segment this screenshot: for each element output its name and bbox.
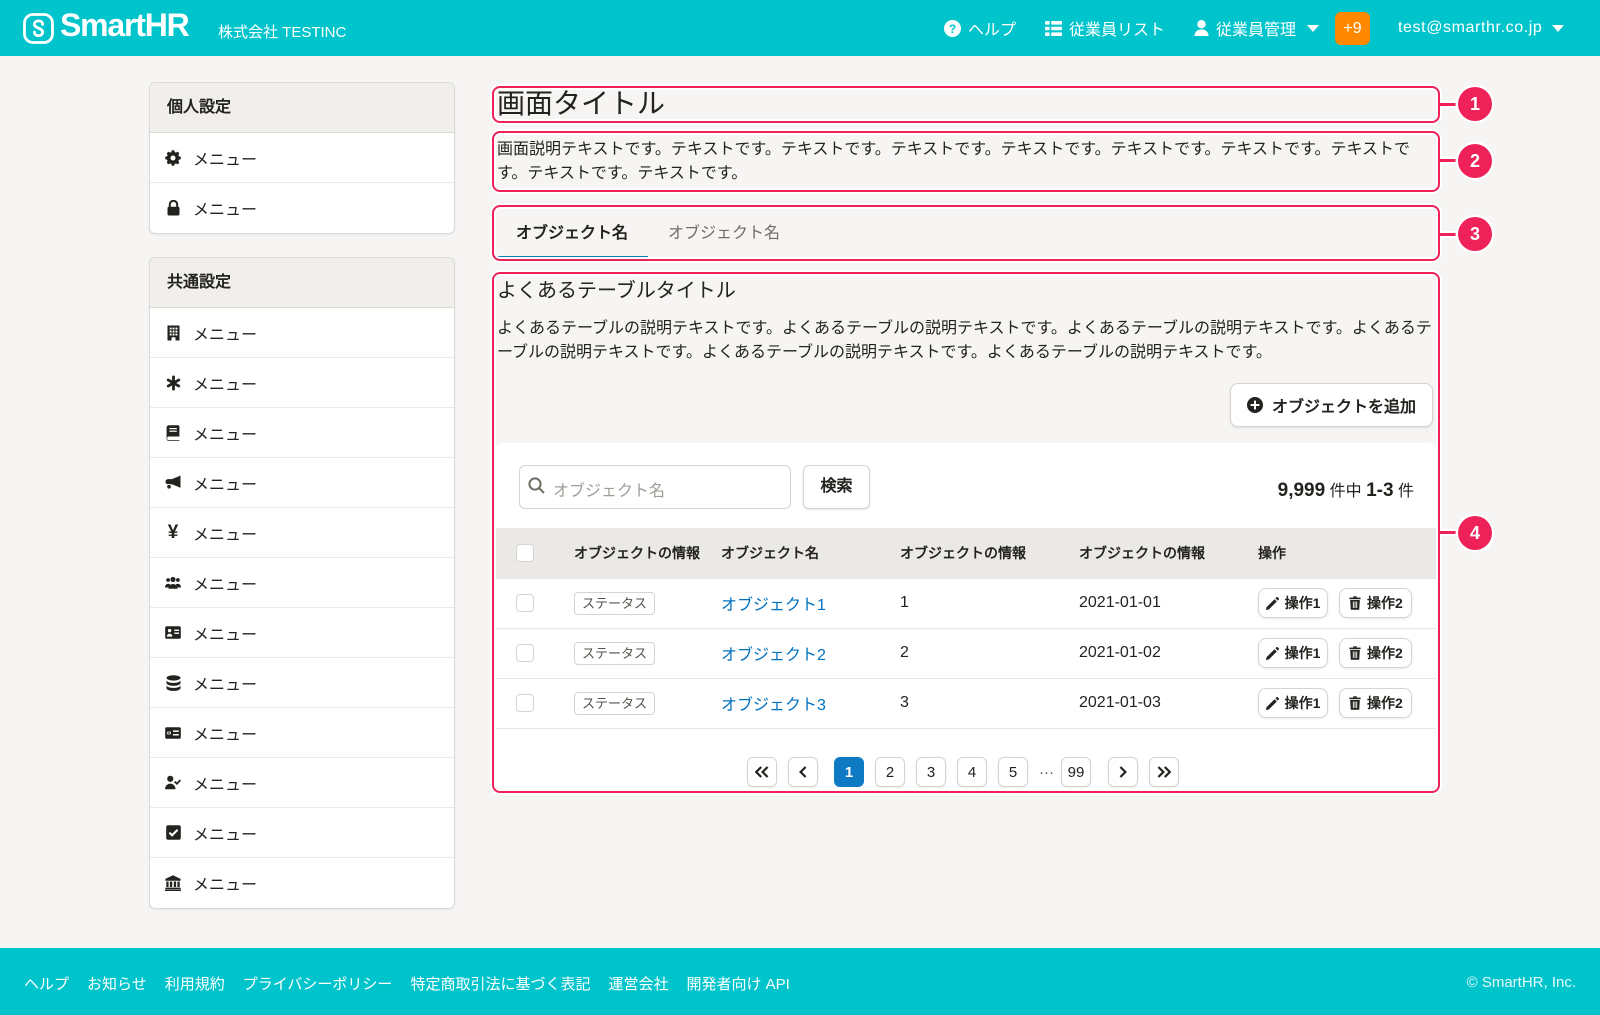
svg-text:?: ? xyxy=(949,22,956,36)
